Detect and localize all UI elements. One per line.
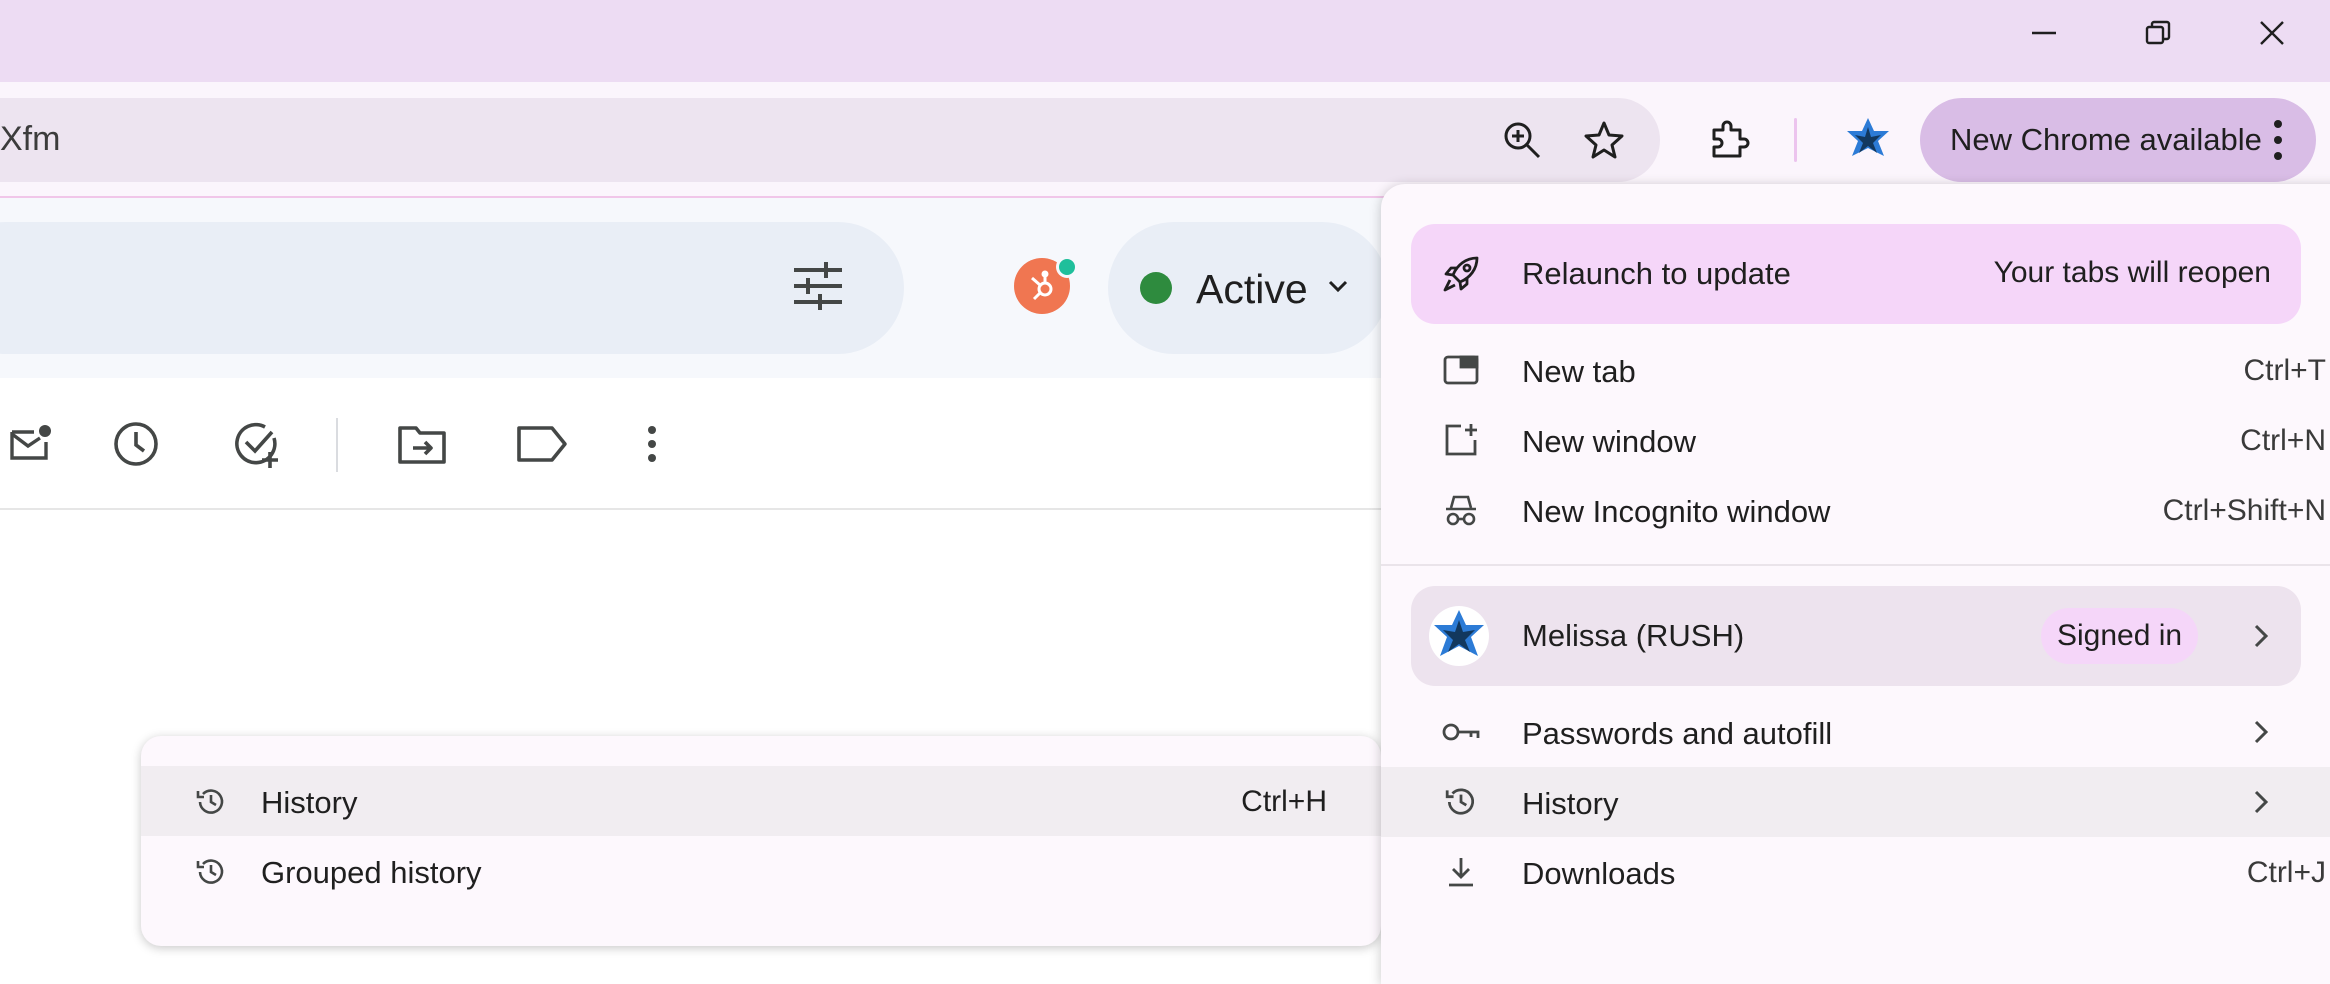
address-bar[interactable]: Xfm [0,98,1660,182]
menu-item-new-window[interactable]: New window Ctrl+N [1381,405,2330,475]
history-icon [195,856,227,888]
mark-unread-icon[interactable] [0,412,64,476]
history-icon [195,786,227,818]
message-action-bar [0,378,1400,510]
move-to-folder-icon[interactable] [390,412,454,476]
menu-divider [1381,564,2330,566]
update-button-label: New Chrome available [1950,122,2262,157]
download-icon [1441,852,1481,892]
menu-item-label: New Incognito window [1522,494,1831,529]
vertical-dots-icon[interactable] [2268,118,2288,162]
puzzle-icon[interactable] [1700,110,1760,170]
menu-item-shortcut: Ctrl+Shift+N [2162,494,2326,527]
history-submenu: History Ctrl+H Grouped history [141,736,1381,946]
status-dot [1140,272,1172,304]
new-tab-icon [1441,350,1481,390]
tune-icon[interactable] [790,258,846,314]
relaunch-to-update-item[interactable]: Relaunch to update Your tabs will reopen [1411,224,2301,324]
close-icon[interactable] [2234,10,2310,56]
zoom-in-icon[interactable] [1492,110,1552,170]
star-of-david-icon[interactable] [1838,110,1898,170]
star-icon[interactable] [1574,110,1634,170]
menu-item-new-tab[interactable]: New tab Ctrl+T [1381,335,2330,405]
submenu-item-grouped-history[interactable]: Grouped history [141,836,1381,906]
chevron-right-icon [2251,788,2271,816]
rocket-icon [1441,254,1481,294]
menu-item-history[interactable]: History [1381,767,2330,837]
incognito-icon [1441,490,1481,530]
title-bar [0,0,2330,82]
submenu-item-history[interactable]: History Ctrl+H [141,766,1381,836]
chevron-down-icon [1326,274,1350,298]
mail-search-bar[interactable] [0,222,904,354]
profile-item[interactable]: Melissa (RUSH) Signed in [1411,586,2301,686]
relaunch-note: Your tabs will reopen [1993,256,2271,289]
address-text[interactable]: Xfm [0,120,60,159]
menu-item-label: Downloads [1522,856,1676,891]
menu-item-label: New tab [1522,354,1636,389]
menu-item-label: History [1522,786,1619,821]
menu-item-downloads[interactable]: Downloads Ctrl+J [1381,837,2330,907]
submenu-item-shortcut: Ctrl+H [1241,785,1327,818]
minimize-icon[interactable] [2006,10,2082,56]
label-icon[interactable] [510,412,574,476]
toolbar-divider [1794,118,1797,162]
menu-item-label: Passwords and autofill [1522,716,1833,751]
chrome-main-menu: Relaunch to update Your tabs will reopen… [1381,184,2330,984]
profile-name: Melissa (RUSH) [1522,618,1745,653]
hubspot-status-dot [1056,256,1078,278]
status-button[interactable]: Active [1108,222,1388,354]
relaunch-label: Relaunch to update [1522,256,1791,291]
new-chrome-available-button[interactable]: New Chrome available [1920,98,2316,182]
add-task-icon[interactable] [226,412,290,476]
status-label: Active [1196,266,1308,312]
key-icon [1441,712,1481,752]
restore-icon[interactable] [2120,10,2196,56]
action-divider [336,418,338,472]
history-icon [1441,782,1481,822]
menu-item-label: New window [1522,424,1697,459]
more-vert-icon[interactable] [620,412,684,476]
snooze-clock-icon[interactable] [104,412,168,476]
signed-in-badge: Signed in [2041,608,2199,664]
submenu-item-label: History [261,785,358,820]
chevron-right-icon [2251,622,2271,650]
star-of-david-icon [1429,606,1489,666]
submenu-item-label: Grouped history [261,855,482,890]
menu-item-shortcut: Ctrl+T [2243,354,2327,387]
chevron-right-icon [2251,718,2271,746]
menu-item-passwords-and-autofill[interactable]: Passwords and autofill [1381,697,2330,767]
new-window-icon [1441,420,1481,460]
menu-item-new-incognito-window[interactable]: New Incognito window Ctrl+Shift+N [1381,475,2330,545]
menu-item-shortcut: Ctrl+J [2246,856,2326,889]
menu-item-shortcut: Ctrl+N [2240,424,2326,457]
